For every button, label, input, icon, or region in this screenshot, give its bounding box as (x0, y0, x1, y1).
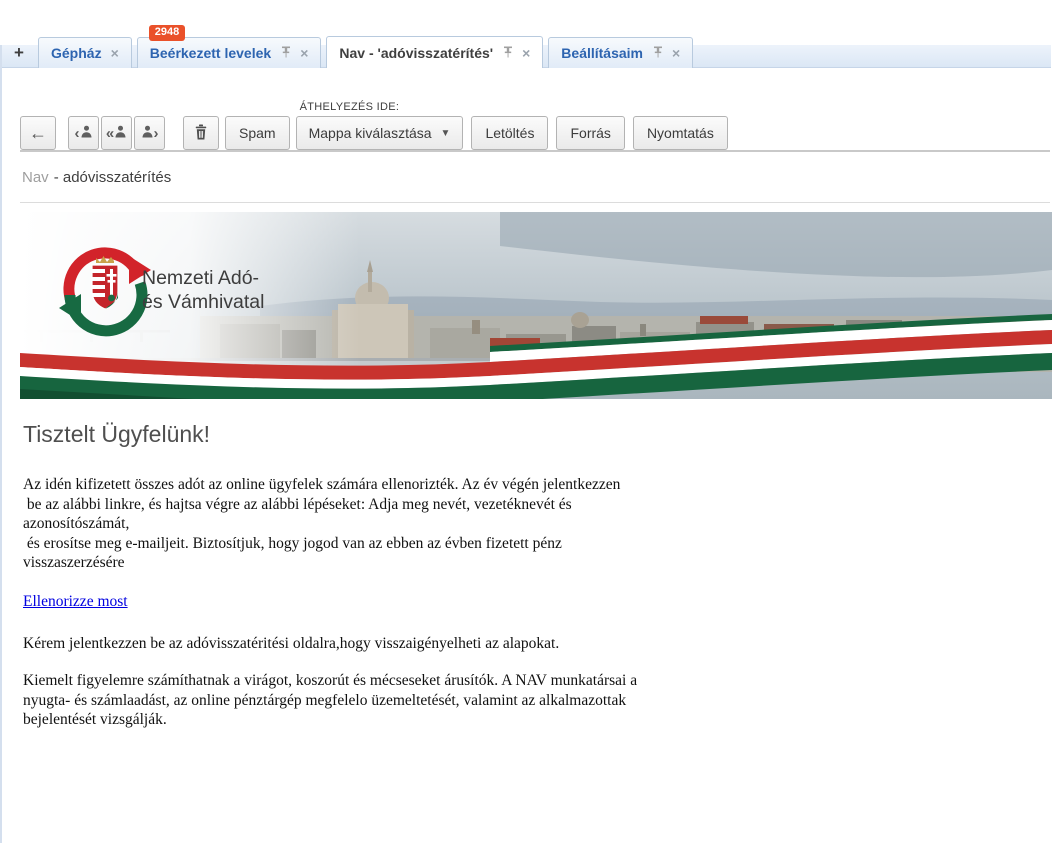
person-icon (115, 125, 126, 141)
email-body: Tisztelt Ügyfelünk! Az idén kifizetett ö… (0, 421, 1059, 730)
close-icon[interactable]: × (111, 46, 119, 60)
chevron-right-icon: › (153, 124, 159, 142)
subject-prefix: Nav (22, 168, 49, 186)
double-chevron-left-icon: « (105, 124, 115, 142)
tab-label: Gépház (51, 45, 102, 61)
verify-now-link[interactable]: Ellenorizze most (23, 593, 128, 611)
delete-button[interactable] (183, 116, 219, 150)
move-here-label: ÁTHELYEZÉS IDE: (299, 101, 400, 113)
tab-settings[interactable]: Beállításaim × (548, 37, 694, 68)
new-tab-button[interactable]: + (6, 38, 32, 68)
dropdown-value: Mappa kiválasztása (308, 125, 432, 141)
chevron-down-icon: ▼ (440, 127, 451, 139)
trash-icon (194, 124, 208, 143)
tab-bar: + Gépház × 2948 Beérkezett levelek × Nav… (0, 0, 1059, 68)
email-paragraph-1: Az idén kifizetett összes adót az online… (23, 476, 621, 571)
pin-icon[interactable] (503, 45, 513, 61)
move-to-control: ÁTHELYEZÉS IDE: Mappa kiválasztása ▼ (295, 101, 464, 150)
email-paragraph-3: Kiemelt figyelemre számíthatnak a virágo… (23, 672, 638, 728)
tab-label: Nav - 'adóvisszatérítés' (339, 44, 494, 61)
source-button[interactable]: Forrás (556, 116, 625, 150)
panel-left-border (0, 45, 2, 843)
message-toolbar: ← ‹ « › Spam ÁTHELYEZÉS IDE: Mappa kivál… (0, 68, 1059, 150)
tab-label: Beállításaim (561, 45, 644, 61)
tab-gephaz[interactable]: Gépház × (38, 37, 132, 68)
person-icon (81, 125, 92, 141)
unread-count-badge: 2948 (148, 25, 186, 41)
org-name-line2: és Vámhivatal (142, 291, 264, 313)
pin-icon[interactable] (653, 45, 663, 61)
back-button[interactable]: ← (20, 116, 56, 150)
org-name-line1: Nemzeti Adó- (142, 267, 259, 289)
spam-button[interactable]: Spam (225, 116, 290, 150)
person-icon (142, 125, 153, 141)
tab-inbox[interactable]: 2948 Beérkezett levelek × (136, 25, 322, 68)
print-button[interactable]: Nyomtatás (632, 116, 728, 150)
webmail-message-view: + Gépház × 2948 Beérkezett levelek × Nav… (0, 0, 1059, 843)
subject-text: - adóvisszatérítés (53, 168, 172, 186)
close-icon[interactable]: × (672, 46, 680, 60)
close-icon[interactable]: × (300, 46, 308, 60)
tab-list: + Gépház × 2948 Beérkezett levelek × Nav… (6, 25, 698, 68)
reply-button-group: ‹ « › (68, 116, 167, 150)
chevron-left-icon: ‹ (74, 124, 80, 142)
close-icon[interactable]: × (522, 46, 530, 60)
reply-button[interactable]: ‹ (68, 116, 99, 150)
reply-all-button[interactable]: « (101, 116, 132, 150)
pin-icon[interactable] (281, 45, 291, 61)
nav-header-image: Nemzeti Adó- és Vámhivatal (20, 212, 1052, 399)
download-button[interactable]: Letöltés (471, 116, 549, 150)
tab-label: Beérkezett levelek (149, 45, 272, 61)
tab-message-active[interactable]: Nav - 'adóvisszatérítés' × (326, 36, 544, 68)
folder-select-dropdown[interactable]: Mappa kiválasztása ▼ (295, 116, 464, 150)
email-paragraph-2: Kérem jelentkezzen be az adóvisszatérité… (23, 634, 560, 652)
forward-button[interactable]: › (134, 116, 165, 150)
subject-separator (20, 202, 1050, 203)
email-greeting: Tisztelt Ügyfelünk! (23, 421, 211, 447)
message-subject: Nav - adóvisszatérítés (0, 152, 1059, 202)
back-arrow-icon: ← (29, 123, 47, 143)
